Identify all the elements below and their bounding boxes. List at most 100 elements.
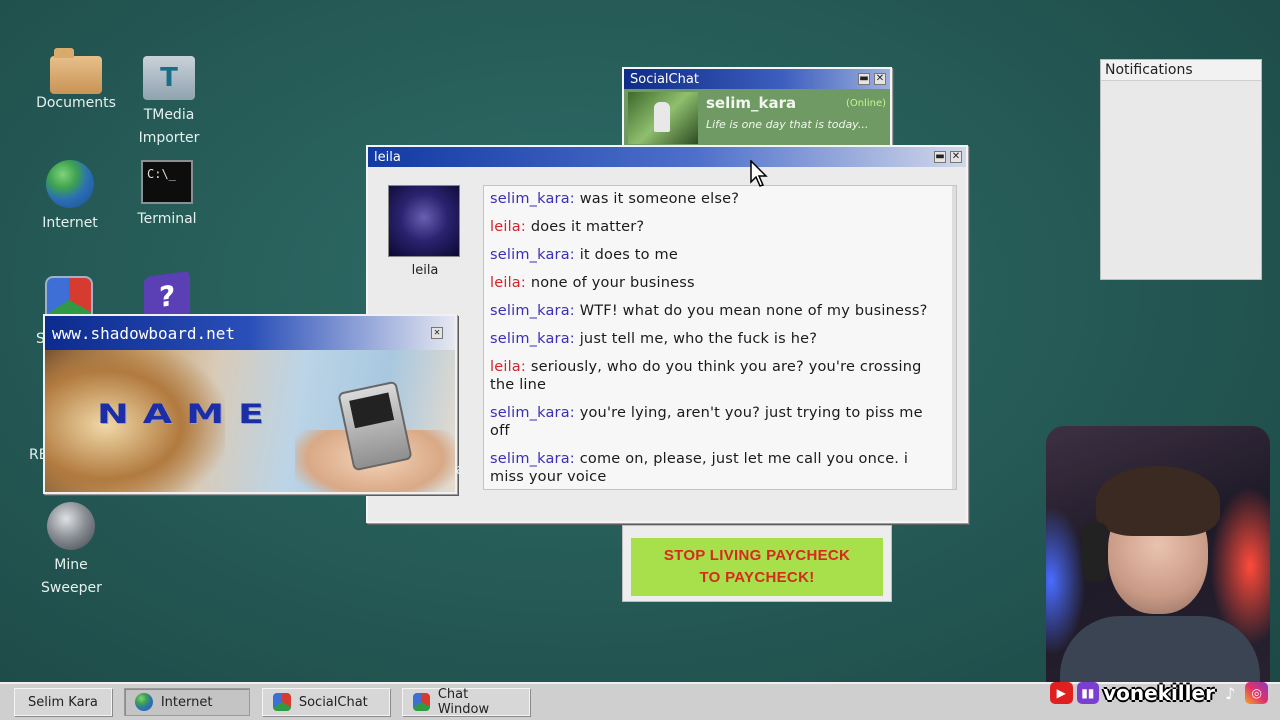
terminal-icon: C:\_ <box>141 160 193 204</box>
chat-message: selim_kara: WTF! what do you mean none o… <box>490 302 946 320</box>
message-text: just tell me, who the fuck is he? <box>579 331 818 347</box>
webcam-streamer-hair <box>1096 466 1220 536</box>
message-separator: : <box>569 303 580 319</box>
chat-message: selim_kara: it does to me <box>490 246 946 264</box>
folder-icon <box>50 48 102 94</box>
taskbar-item-chat-window[interactable]: Chat Window <box>401 687 530 717</box>
window-title: leila <box>374 149 401 165</box>
message-sender: selim_kara <box>490 247 570 263</box>
tmedia-importer-icon: T <box>143 56 195 100</box>
minimize-icon[interactable]: ▬ <box>934 151 946 163</box>
taskbar-item-label: SocialChat <box>298 694 368 710</box>
message-sender: selim_kara <box>490 303 570 319</box>
message-list[interactable]: selim_kara: was it someone else? leila: d… <box>483 185 957 490</box>
contact-name: leila <box>411 263 439 278</box>
globe-icon <box>46 160 94 208</box>
message-sender: leila <box>490 359 521 375</box>
chat-message: selim_kara: you're lying, aren't you? ju… <box>490 404 946 440</box>
banner-ad[interactable]: STOP LIVING PAYCHECK TO PAYCHECK! <box>622 525 892 602</box>
streamer-handle: vonekiller <box>1103 681 1215 705</box>
contact-card: leila <box>388 185 462 278</box>
instagram-icon: ◎ <box>1245 682 1268 704</box>
youtube-icon: ▶ <box>1050 682 1073 704</box>
minimize-icon[interactable]: ▬ <box>858 73 870 85</box>
desktop-icon-label: Internet <box>42 215 98 231</box>
message-sender: selim_kara <box>490 191 570 207</box>
avatar <box>388 185 460 257</box>
taskbar-start-button[interactable]: Selim Kara <box>14 688 112 716</box>
chat-message: leila: none of your business <box>490 274 946 292</box>
notifications-panel: Notifications <box>1100 59 1262 280</box>
notifications-title: Notifications <box>1101 60 1261 81</box>
chat-message: leila: does it matter? <box>490 218 946 236</box>
popup-ad-window[interactable]: www.shadowboard.net ✕ NAME <box>43 314 457 494</box>
social-handle-bar: ▶ ▮▮ vonekiller ♪ ◎ <box>1050 680 1268 706</box>
message-separator: : <box>520 219 531 235</box>
close-icon[interactable]: ✕ <box>950 151 962 163</box>
message-separator: : <box>520 359 531 375</box>
socialchat-window[interactable]: SocialChat ▬ ✕ selim_kara (Online) Life … <box>622 67 892 149</box>
banner-ad-line1: STOP LIVING PAYCHECK <box>663 547 851 564</box>
profile-card: selim_kara (Online) Life is one day that… <box>624 89 890 147</box>
desktop-icon-label: TMedia Importer <box>138 107 200 146</box>
chat-message: selim_kara: come on, please, just let me… <box>490 450 946 486</box>
banner-ad-line2: TO PAYCHECK! <box>699 569 815 586</box>
window-title: SocialChat <box>630 71 699 87</box>
taskbar-item-label: Internet <box>160 694 213 710</box>
clipped-icon-label: a <box>456 462 465 478</box>
twitch-icon: ▮▮ <box>1076 682 1100 704</box>
message-sender: leila <box>490 275 521 291</box>
taskbar-item-label: Chat Window <box>437 687 490 717</box>
headset-icon <box>1082 522 1108 582</box>
message-sender: leila <box>490 219 521 235</box>
message-separator: : <box>569 191 580 207</box>
message-separator: : <box>520 275 531 291</box>
popup-ad-image[interactable]: NAME <box>45 350 455 492</box>
taskbar-item-internet[interactable]: Internet <box>123 688 250 716</box>
desktop-icon-label: Mine Sweeper <box>41 557 102 596</box>
message-text: none of your business <box>530 275 695 291</box>
banner-ad-button[interactable]: STOP LIVING PAYCHECK TO PAYCHECK! <box>631 538 883 596</box>
socialchat-titlebar[interactable]: SocialChat ▬ ✕ <box>624 69 890 89</box>
presence-badge: (Online) <box>845 98 886 109</box>
message-text: does it matter? <box>530 219 645 235</box>
taskbar-item-label: Selim Kara <box>28 694 98 710</box>
desktop-icon-label: Terminal <box>137 211 197 227</box>
chat-message: selim_kara: was it someone else? <box>490 190 946 208</box>
taskbar-item-socialchat[interactable]: SocialChat <box>261 688 390 716</box>
webcam-overlay <box>1046 426 1270 720</box>
profile-status: Life is one day that is today... <box>706 118 869 131</box>
message-text: was it someone else? <box>579 191 740 207</box>
close-icon[interactable]: ✕ <box>874 73 886 85</box>
avatar <box>628 92 698 144</box>
message-text: it does to me <box>579 247 678 263</box>
close-icon[interactable]: ✕ <box>431 327 443 339</box>
message-sender: selim_kara <box>490 451 570 467</box>
desktop-icon-internet[interactable]: Internet <box>15 160 125 235</box>
popup-ad-url: www.shadowboard.net <box>52 323 236 343</box>
message-separator: : <box>569 331 580 347</box>
desktop-icon-minesweeper[interactable]: Mine Sweeper <box>16 502 126 600</box>
profile-username: selim_kara <box>706 94 797 112</box>
message-separator: : <box>569 451 580 467</box>
scrollbar[interactable] <box>952 186 956 489</box>
message-separator: : <box>569 247 580 263</box>
message-separator: : <box>569 405 580 421</box>
mouse-cursor-icon <box>750 160 768 187</box>
message-text: seriously, who do you think you are? you… <box>490 359 922 393</box>
desktop-icon-tmedia-importer[interactable]: T TMedia Importer <box>114 56 224 150</box>
mine-icon <box>47 502 95 550</box>
chrome-icon <box>272 693 291 711</box>
chat-message: leila: seriously, who do you think you a… <box>490 358 946 394</box>
popup-ad-titlebar[interactable]: www.shadowboard.net ✕ <box>45 316 455 350</box>
globe-icon <box>134 693 153 711</box>
message-text: WTF! what do you mean none of my busines… <box>579 303 928 319</box>
desktop-icon-terminal[interactable]: C:\_ Terminal <box>112 160 222 231</box>
chat-titlebar[interactable]: leila ▬ ✕ <box>368 147 966 167</box>
message-sender: selim_kara <box>490 331 570 347</box>
message-sender: selim_kara <box>490 405 570 421</box>
chat-message: selim_kara: just tell me, who the fuck i… <box>490 330 946 348</box>
chrome-icon <box>412 693 430 711</box>
tiktok-icon: ♪ <box>1225 683 1236 703</box>
popup-ad-headline: NAME <box>97 398 278 430</box>
